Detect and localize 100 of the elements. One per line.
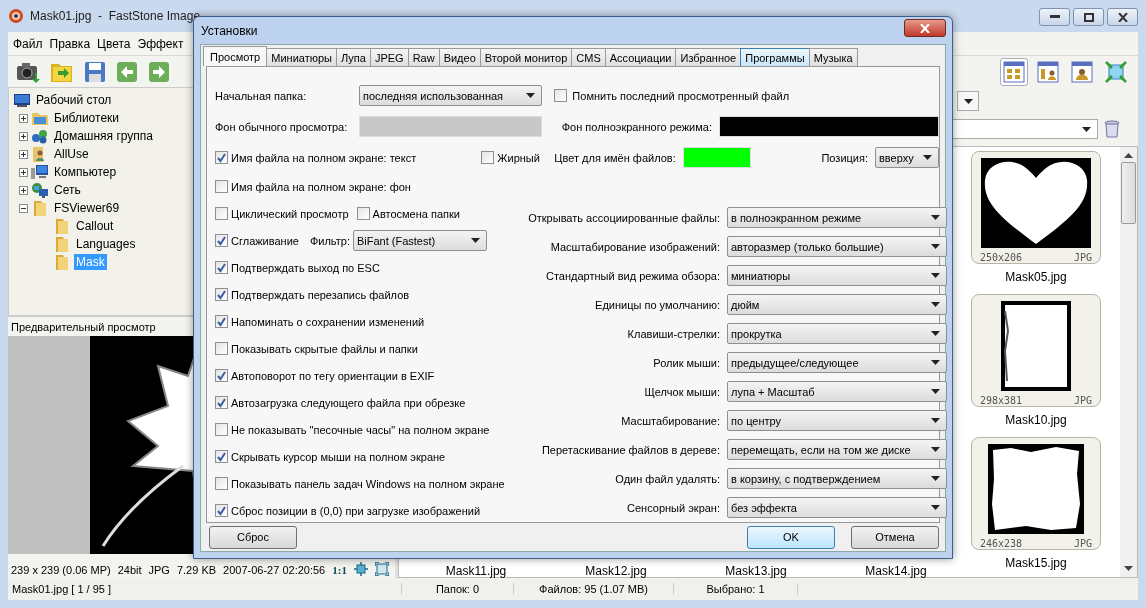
field-label: Масштабирование: (620, 414, 721, 427)
tab[interactable]: CMS (571, 48, 606, 66)
field-label: Единицы по умолчанию: (594, 298, 721, 311)
tree-item[interactable]: Сеть (52, 182, 83, 198)
scrollbar[interactable] (1120, 147, 1137, 577)
dropdown[interactable]: вверху (875, 147, 939, 168)
thumbnail-card[interactable]: 298x381 JPG (971, 294, 1101, 407)
expand-icon[interactable] (19, 113, 28, 123)
color-swatch[interactable] (682, 147, 751, 168)
minimize-button[interactable] (1039, 8, 1070, 26)
dropdown[interactable]: прокрутка (727, 323, 947, 344)
checkbox[interactable] (215, 234, 228, 247)
checkbox[interactable] (215, 288, 228, 301)
tree-item[interactable]: Библиотеки (52, 110, 121, 126)
dropdown[interactable]: BiFant (Fastest) (352, 230, 487, 251)
caret-icon (931, 273, 940, 278)
checkbox[interactable] (215, 151, 228, 164)
field-label: Сенсорный экран: (626, 501, 721, 514)
close-button[interactable] (904, 19, 946, 37)
menu-item[interactable]: Цвета (92, 36, 133, 51)
dropdown[interactable]: в полноэкранном режиме (727, 207, 947, 228)
checkbox[interactable] (215, 207, 228, 220)
checkbox[interactable] (215, 342, 228, 355)
close-button[interactable] (1107, 8, 1138, 26)
tab[interactable]: Просмотр (203, 46, 268, 66)
checkbox[interactable] (215, 450, 228, 463)
tree-item[interactable]: FSViewer69 (52, 200, 122, 216)
tab[interactable]: Лупа (335, 48, 371, 66)
checkbox[interactable] (215, 423, 228, 436)
tab[interactable]: Ассоциации (604, 48, 677, 66)
dropdown[interactable]: миниатюры (727, 265, 947, 286)
tab[interactable]: JPEG (369, 48, 409, 66)
scroll-up-icon[interactable] (1124, 153, 1133, 158)
menu-item[interactable]: Эффект (132, 36, 186, 51)
tree-item[interactable]: Рабочий стол (34, 92, 114, 108)
checkbox[interactable] (215, 315, 228, 328)
tree-item[interactable]: Languages (74, 236, 138, 252)
dropdown[interactable]: по центру (727, 410, 947, 431)
scroll-down-icon[interactable] (1124, 566, 1133, 571)
checkbox[interactable] (215, 261, 228, 274)
tab[interactable]: Избранное (675, 48, 742, 66)
color-swatch[interactable] (719, 116, 939, 137)
dropdown[interactable]: предыдущее/следующее (727, 352, 947, 373)
dialog-button[interactable]: Отмена (851, 525, 939, 549)
zoom-ratio[interactable]: 1:1 (332, 564, 347, 576)
checkbox[interactable] (356, 207, 370, 220)
tree-item[interactable]: Домашняя группа (52, 128, 156, 144)
maximize-button[interactable] (1073, 8, 1104, 26)
tree-item[interactable]: Callout (74, 218, 116, 234)
expand-icon[interactable] (19, 167, 28, 177)
tab[interactable]: Видео (438, 48, 481, 66)
dropdown[interactable]: дюйм (727, 294, 947, 315)
expand-icon[interactable] (19, 185, 28, 195)
thumbnail-view-button[interactable] (1000, 57, 1028, 86)
checkbox-label: Не показывать "песочные часы" на полном экране (231, 423, 490, 436)
thumbnail-card[interactable]: 246x238 JPG (971, 437, 1101, 550)
thumbnail-card[interactable]: 250x206 JPG (971, 151, 1101, 264)
camera-icon[interactable] (16, 60, 40, 83)
dialog-button[interactable]: Сброс (209, 525, 297, 549)
fit-icon[interactable] (353, 562, 368, 576)
dropdown[interactable]: авторазмер (только большие) (727, 236, 947, 257)
menu-item[interactable]: Файл (8, 36, 45, 51)
frame-icon[interactable] (374, 562, 389, 576)
tab[interactable]: Музыка (808, 48, 858, 66)
trash-icon[interactable] (1104, 120, 1120, 138)
arrow-left-icon[interactable] (116, 60, 138, 83)
dialog-button[interactable]: OK (747, 525, 835, 549)
checkbox[interactable] (215, 477, 228, 490)
tree-item[interactable]: Компьютер (52, 164, 119, 180)
caret-icon (931, 505, 940, 510)
checkbox[interactable] (215, 396, 228, 409)
caret-icon (931, 360, 940, 365)
dropdown-button[interactable] (957, 91, 979, 111)
menu-item[interactable]: Правка (44, 36, 93, 51)
checkbox[interactable] (215, 369, 228, 382)
checkbox[interactable] (215, 504, 228, 517)
dialog-title: Установки (201, 23, 258, 38)
tab[interactable]: Второй монитор (479, 48, 573, 66)
save-icon[interactable] (84, 60, 106, 83)
expand-icon[interactable] (19, 149, 28, 159)
arrow-right-icon[interactable] (148, 60, 170, 83)
scroll-thumb[interactable] (1121, 162, 1136, 224)
dropdown[interactable]: в корзину, с подтверждением (727, 468, 947, 489)
dropdown[interactable]: лупа + Масштаб (727, 381, 947, 402)
color-swatch[interactable] (359, 116, 542, 137)
dropdown[interactable]: без эффекта (727, 497, 947, 518)
image-format: JPG (1073, 252, 1092, 263)
checkbox[interactable] (481, 151, 495, 164)
app-logo-icon (8, 8, 24, 24)
checkbox[interactable] (554, 89, 568, 102)
tab[interactable]: Миниатюры (266, 48, 337, 66)
tab[interactable]: Raw (407, 48, 440, 66)
dropdown[interactable]: перемещать, если на том же диске (727, 439, 947, 460)
tree-item[interactable]: AllUse (52, 146, 91, 162)
dropdown[interactable]: последняя использованная (359, 85, 542, 106)
collapse-icon[interactable] (19, 203, 28, 213)
checkbox[interactable] (215, 180, 228, 193)
expand-icon[interactable] (19, 131, 28, 141)
tab[interactable]: Программы (740, 48, 810, 66)
status-text: Выбрано: 1 (673, 583, 798, 595)
